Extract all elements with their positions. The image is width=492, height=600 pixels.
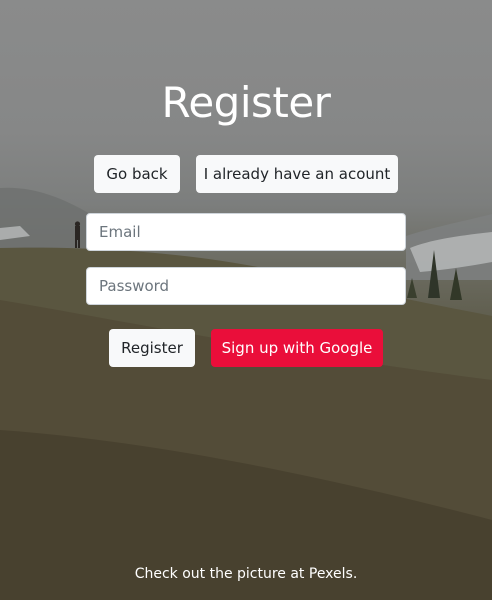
password-field[interactable]	[86, 267, 406, 305]
register-button[interactable]: Register	[109, 329, 195, 367]
email-field[interactable]	[86, 213, 406, 251]
google-signup-button[interactable]: Sign up with Google	[211, 329, 383, 367]
photo-credit-link[interactable]: Check out the picture at Pexels.	[0, 566, 492, 582]
already-have-account-button[interactable]: I already have an acount	[196, 155, 398, 193]
page-title: Register	[161, 78, 331, 127]
go-back-button[interactable]: Go back	[94, 155, 180, 193]
